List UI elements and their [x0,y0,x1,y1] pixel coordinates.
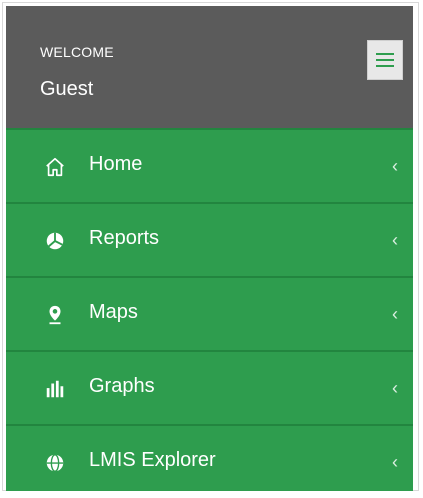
sidebar-item-home[interactable]: Home ‹ [6,128,413,202]
bar-chart-icon [46,380,64,398]
menu-toggle-button[interactable] [367,40,403,80]
map-pin-icon [49,305,61,325]
chevron-left-icon: ‹ [392,304,398,324]
hamburger-icon [376,53,394,67]
sidebar-menu: Home ‹ Reports ‹ Maps ‹ Graphs ‹ LMIS Ex… [6,128,413,491]
chevron-left-icon: ‹ [392,378,398,398]
sidebar-item-reports[interactable]: Reports ‹ [6,202,413,276]
pie-chart-icon [46,232,64,250]
globe-icon [46,454,64,472]
sidebar-item-label: LMIS Explorer [89,449,216,471]
sidebar-item-graphs[interactable]: Graphs ‹ [6,350,413,424]
sidebar-item-label: Graphs [89,375,155,397]
chevron-left-icon: ‹ [392,230,398,250]
sidebar-item-lmis-explorer[interactable]: LMIS Explorer ‹ [6,424,413,498]
user-name: Guest [40,78,94,100]
welcome-label: WELCOME [40,44,114,60]
sidebar-item-label: Reports [89,227,160,249]
chevron-left-icon: ‹ [392,452,398,472]
sidebar-item-maps[interactable]: Maps ‹ [6,276,413,350]
home-icon [46,157,64,177]
sidebar-item-label: Maps [89,301,138,323]
sidebar-item-label: Home [89,153,143,175]
chevron-left-icon: ‹ [392,156,398,176]
sidebar-header: WELCOME Guest [6,6,413,128]
